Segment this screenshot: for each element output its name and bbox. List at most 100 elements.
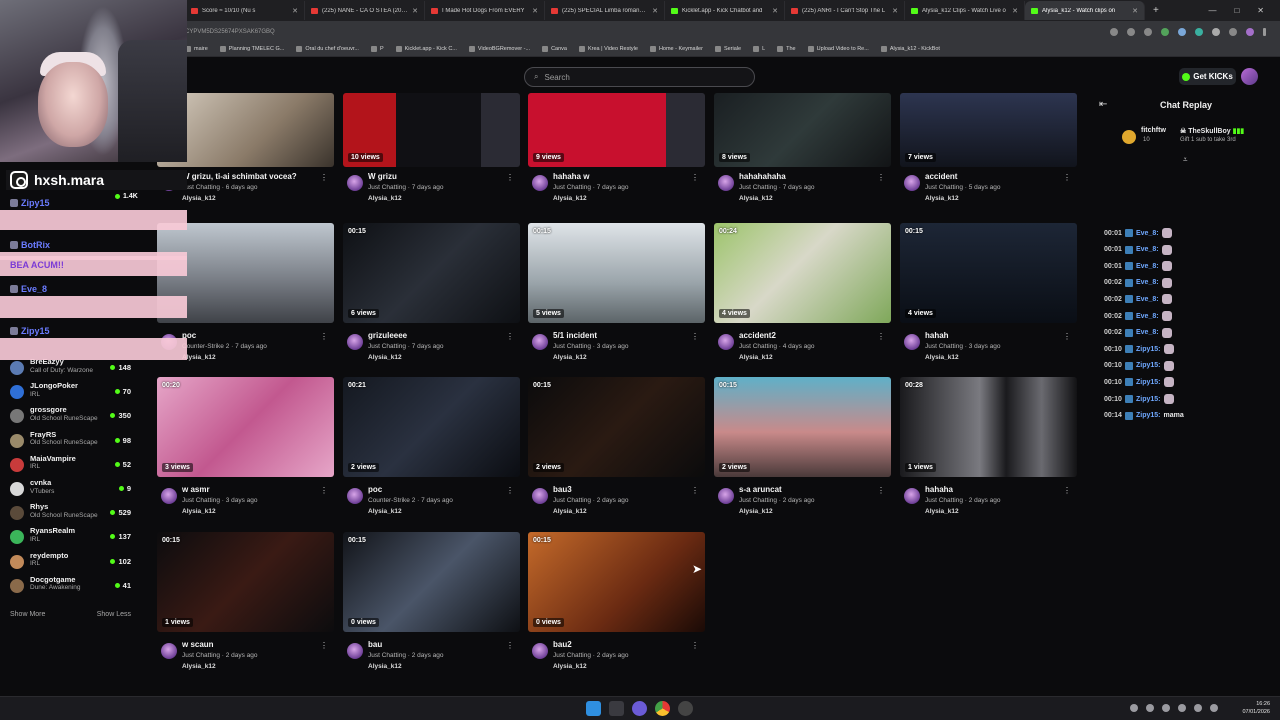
clip-channel-name[interactable]: Alysia_k12	[368, 508, 402, 515]
maximize-icon[interactable]: □	[1234, 6, 1239, 15]
channel-avatar[interactable]	[718, 334, 734, 350]
windows-start-icon[interactable]	[586, 701, 601, 716]
bookmark-item[interactable]: Seriale	[714, 46, 741, 52]
clip-channel-name[interactable]: Alysia_k12	[925, 508, 959, 515]
clip-thumbnail[interactable]: 00:15 5 views	[528, 223, 705, 323]
clip-thumbnail[interactable]: 00:28 1 views	[900, 377, 1077, 477]
more-options-icon[interactable]: ⋮	[1063, 332, 1071, 341]
more-options-icon[interactable]: ⋮	[506, 641, 514, 650]
chrome-icon[interactable]	[655, 701, 670, 716]
more-options-icon[interactable]: ⋮	[506, 332, 514, 341]
bookmark-item[interactable]: Kicklet.app - Kick C...	[395, 46, 457, 52]
clip-channel-name[interactable]: Alysia_k12	[553, 508, 587, 515]
clip-thumbnail[interactable]: 00:15 4 views	[900, 223, 1077, 323]
more-options-icon[interactable]: ⋮	[506, 486, 514, 495]
browser-tab[interactable]: (225) NANE - CA O STEA (2005) ✕	[305, 1, 425, 20]
browser-tab[interactable]: Score ≈ 10/10 (Nu s ✕	[185, 1, 305, 20]
sidebar-channel[interactable]: grossgore Old School RuneScape 350	[0, 406, 150, 430]
close-tab-icon[interactable]: ✕	[1012, 7, 1018, 15]
clip-thumbnail[interactable]: 00:20 3 views	[157, 377, 334, 477]
extension-icon[interactable]	[1178, 27, 1186, 36]
volume-icon[interactable]	[1210, 704, 1218, 712]
clip-channel-name[interactable]: Alysia_k12	[553, 195, 587, 202]
more-options-icon[interactable]: ⋮	[320, 641, 328, 650]
bookmark-item[interactable]: L	[753, 46, 765, 52]
file-explorer-icon[interactable]	[609, 701, 624, 716]
bookmark-item[interactable]: The	[777, 46, 796, 52]
close-window-icon[interactable]: ✕	[1257, 6, 1264, 15]
channel-avatar[interactable]	[718, 175, 734, 191]
clip-card[interactable]: 10 views W grizu Just Chatting · 7 days ag…	[343, 93, 520, 237]
clip-card[interactable]: 00:15 5 views 5/1 incident Just Chatting · …	[528, 223, 705, 367]
collapse-chat-icon[interactable]: ⇤	[1099, 99, 1107, 110]
sidebar-channel[interactable]: reydempto IRL 102	[0, 551, 150, 576]
sidebar-channel[interactable]: cvnka VTubers 9	[0, 478, 150, 503]
more-options-icon[interactable]: ⋮	[320, 486, 328, 495]
extension-icon[interactable]	[1161, 27, 1169, 36]
extension-icon[interactable]	[1127, 27, 1135, 36]
bookmark-item[interactable]: Home - Keymailer	[649, 46, 703, 52]
clip-title[interactable]: bau	[368, 640, 382, 649]
clip-thumbnail[interactable]: 00:21 2 views	[343, 377, 520, 477]
message-username[interactable]: Zipy15:	[1136, 379, 1161, 386]
clip-title[interactable]: W grizu	[368, 172, 397, 181]
browser-tab[interactable]: (225) ANRI - I Can't Stop The L ✕	[785, 1, 905, 20]
clip-card[interactable]: 00:15 4 views hahah Just Chatting · 3 days …	[900, 223, 1077, 367]
clip-channel-name[interactable]: Alysia_k12	[182, 663, 216, 670]
bookmark-item[interactable]: Canva	[542, 46, 567, 52]
browser-tab[interactable]: (225) SPECIAL Limba română, g ✕	[545, 1, 665, 20]
clip-title[interactable]: grizuleeee	[368, 331, 407, 340]
sidebar-channel[interactable]: Rhys Old School RuneScape 529	[0, 502, 150, 527]
extension-icon[interactable]	[1212, 27, 1220, 36]
message-username[interactable]: Eve_8:	[1136, 263, 1159, 270]
clip-title[interactable]: hahaha w	[553, 172, 589, 181]
clip-card[interactable]: 00:15 6 views grizuleeee Just Chatting · 7 …	[343, 223, 520, 367]
clip-channel-name[interactable]: Alysia_k12	[925, 195, 959, 202]
clip-thumbnail[interactable]: 00:15 0 views	[528, 532, 705, 632]
clip-card[interactable]: 7 views accident Just Chatting · 5 days ag…	[900, 93, 1077, 237]
profile-icon[interactable]	[1246, 27, 1254, 36]
search-input[interactable]: ⌕ Search	[524, 67, 755, 87]
channel-avatar[interactable]	[718, 488, 734, 504]
clip-title[interactable]: bau3	[553, 485, 572, 494]
sidebar-channel[interactable]: Docgotgame Dune: Awakening 41	[0, 575, 150, 600]
clip-title[interactable]: w scaun	[182, 640, 214, 649]
bookmark-item[interactable]: Alysia_k12 - KickBot	[880, 46, 940, 52]
channel-avatar[interactable]	[532, 643, 548, 659]
bookmark-item[interactable]: Krea | Video Restyle	[578, 46, 638, 52]
clip-card[interactable]: 00:15 0 views bau2 Just Chatting · 2 days a…	[528, 532, 705, 676]
more-options-icon[interactable]: ⋮	[691, 486, 699, 495]
chevron-up-icon[interactable]	[1130, 704, 1138, 712]
network-icon[interactable]	[1146, 704, 1154, 712]
new-tab-button[interactable]: +	[1145, 5, 1167, 16]
close-tab-icon[interactable]: ✕	[412, 7, 418, 15]
menu-icon[interactable]	[1263, 27, 1266, 36]
wifi-icon[interactable]	[1194, 704, 1202, 712]
message-username[interactable]: Eve_8:	[1136, 246, 1159, 253]
clip-card[interactable]: 00:21 2 views poc Counter-Strike 2 · 7 days…	[343, 377, 520, 521]
scroll-down-icon[interactable]: ⩡	[1183, 155, 1188, 165]
clip-channel-name[interactable]: Alysia_k12	[182, 195, 216, 202]
clip-card[interactable]: 00:20 3 views w asmr Just Chatting · 3 days…	[157, 377, 334, 521]
message-username[interactable]: Eve_8:	[1136, 313, 1159, 320]
clip-card[interactable]: 8 views hahahahaha Just Chatting · 7 days …	[714, 93, 891, 237]
clip-card[interactable]: 00:15 0 views bau Just Chatting · 2 days ag…	[343, 532, 520, 676]
channel-avatar[interactable]	[532, 334, 548, 350]
bookmark-item[interactable]: Planning TMELEC G...	[219, 46, 284, 52]
system-clock[interactable]: 16:26 07/01/2026	[1242, 701, 1270, 716]
clip-channel-name[interactable]: Alysia_k12	[182, 508, 216, 515]
clip-thumbnail[interactable]: 00:15 2 views	[528, 377, 705, 477]
channel-avatar[interactable]	[347, 643, 363, 659]
more-options-icon[interactable]: ⋮	[877, 486, 885, 495]
channel-avatar[interactable]	[347, 175, 363, 191]
message-username[interactable]: Zipy15:	[1136, 396, 1161, 403]
minimize-icon[interactable]: —	[1208, 6, 1216, 15]
microphone-icon[interactable]	[1178, 704, 1186, 712]
extension-icon[interactable]	[1229, 27, 1237, 36]
clip-card[interactable]: 00:15 2 views s-a aruncat Just Chatting · 2…	[714, 377, 891, 521]
clip-thumbnail[interactable]: 00:15 2 views	[714, 377, 891, 477]
bookmark-item[interactable]: VideoBGRemover -...	[468, 46, 530, 52]
bookmark-item[interactable]: P	[370, 46, 384, 52]
message-username[interactable]: Zipy15:	[1136, 412, 1161, 419]
discord-icon[interactable]	[632, 701, 647, 716]
